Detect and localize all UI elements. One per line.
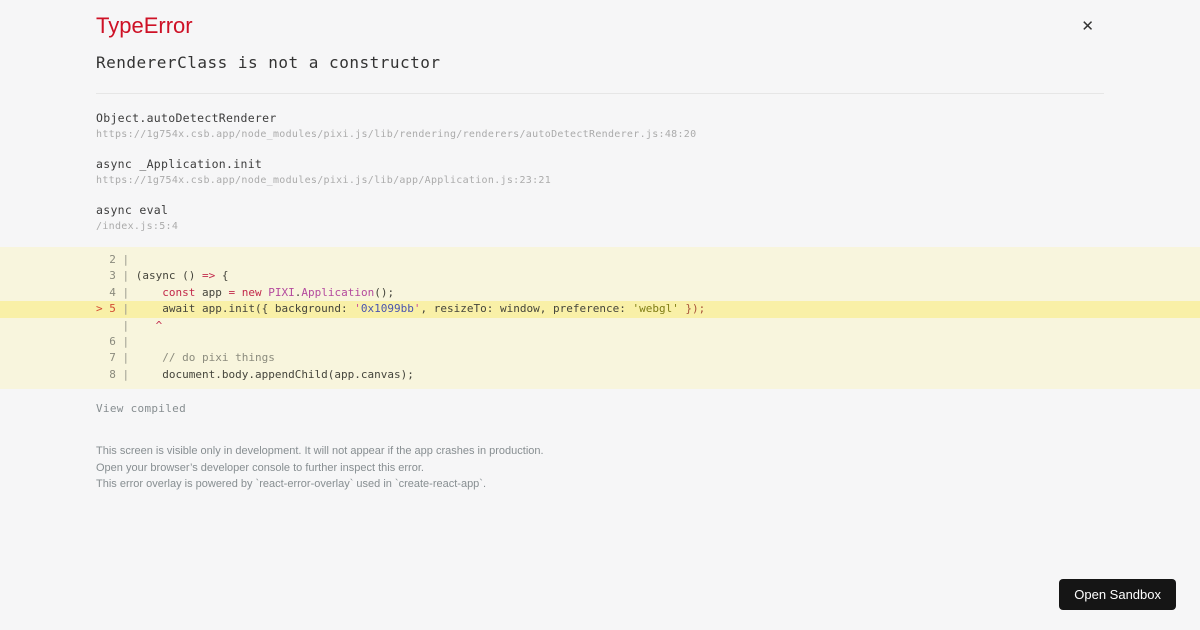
code-line: 3 | (async () => { <box>109 269 229 283</box>
error-overlay: TypeError ✕ RendererClass is not a const… <box>0 0 1200 630</box>
error-message: RendererClass is not a constructor <box>96 53 441 72</box>
frame-function: Object.autoDetectRenderer <box>96 111 277 125</box>
error-header: TypeError ✕ <box>96 13 1104 39</box>
frame-location: https://1g754x.csb.app/node_modules/pixi… <box>96 175 552 186</box>
view-compiled-link[interactable]: View compiled <box>96 402 186 415</box>
footer-note: This screen is visible only in developme… <box>96 443 1104 493</box>
error-overlay-content: TypeError ✕ RendererClass is not a const… <box>0 0 1200 493</box>
stack-frame[interactable]: Object.autoDetectRenderer https://1g754x… <box>96 111 1104 140</box>
code-line: > 5 | await app.init({ background: '0x10… <box>0 301 1200 318</box>
frame-location: https://1g754x.csb.app/node_modules/pixi… <box>96 129 697 140</box>
frame-function: async _Application.init <box>96 157 263 171</box>
stack-frame[interactable]: async eval /index.js:5:4 <box>96 203 1104 232</box>
stack-frame[interactable]: async _Application.init https://1g754x.c… <box>96 157 1104 186</box>
footer-line: This error overlay is powered by `react-… <box>96 478 487 491</box>
divider <box>96 93 1104 94</box>
code-line: | ^ <box>115 318 163 332</box>
code-frame: 2 | 3 | (async () => { 4 | const app = n… <box>0 247 1200 390</box>
error-title: TypeError <box>96 13 193 38</box>
code-line: 8 | document.body.appendChild(app.canvas… <box>109 367 414 381</box>
close-icon[interactable]: ✕ <box>1077 15 1098 38</box>
code-line: 6 | <box>109 335 136 349</box>
footer-line: This screen is visible only in developme… <box>96 445 544 458</box>
open-sandbox-button[interactable]: Open Sandbox <box>1059 579 1176 610</box>
code-line: 2 | <box>109 253 136 266</box>
frame-function: async eval <box>96 203 169 217</box>
code-line: 7 | // do pixi things <box>109 351 275 365</box>
code-line: 4 | const app = new PIXI.Application(); <box>109 285 395 299</box>
footer-line: Open your browser’s developer console to… <box>96 461 424 474</box>
stack-frames: Object.autoDetectRenderer https://1g754x… <box>96 111 1104 232</box>
frame-location: /index.js:5:4 <box>96 221 179 232</box>
